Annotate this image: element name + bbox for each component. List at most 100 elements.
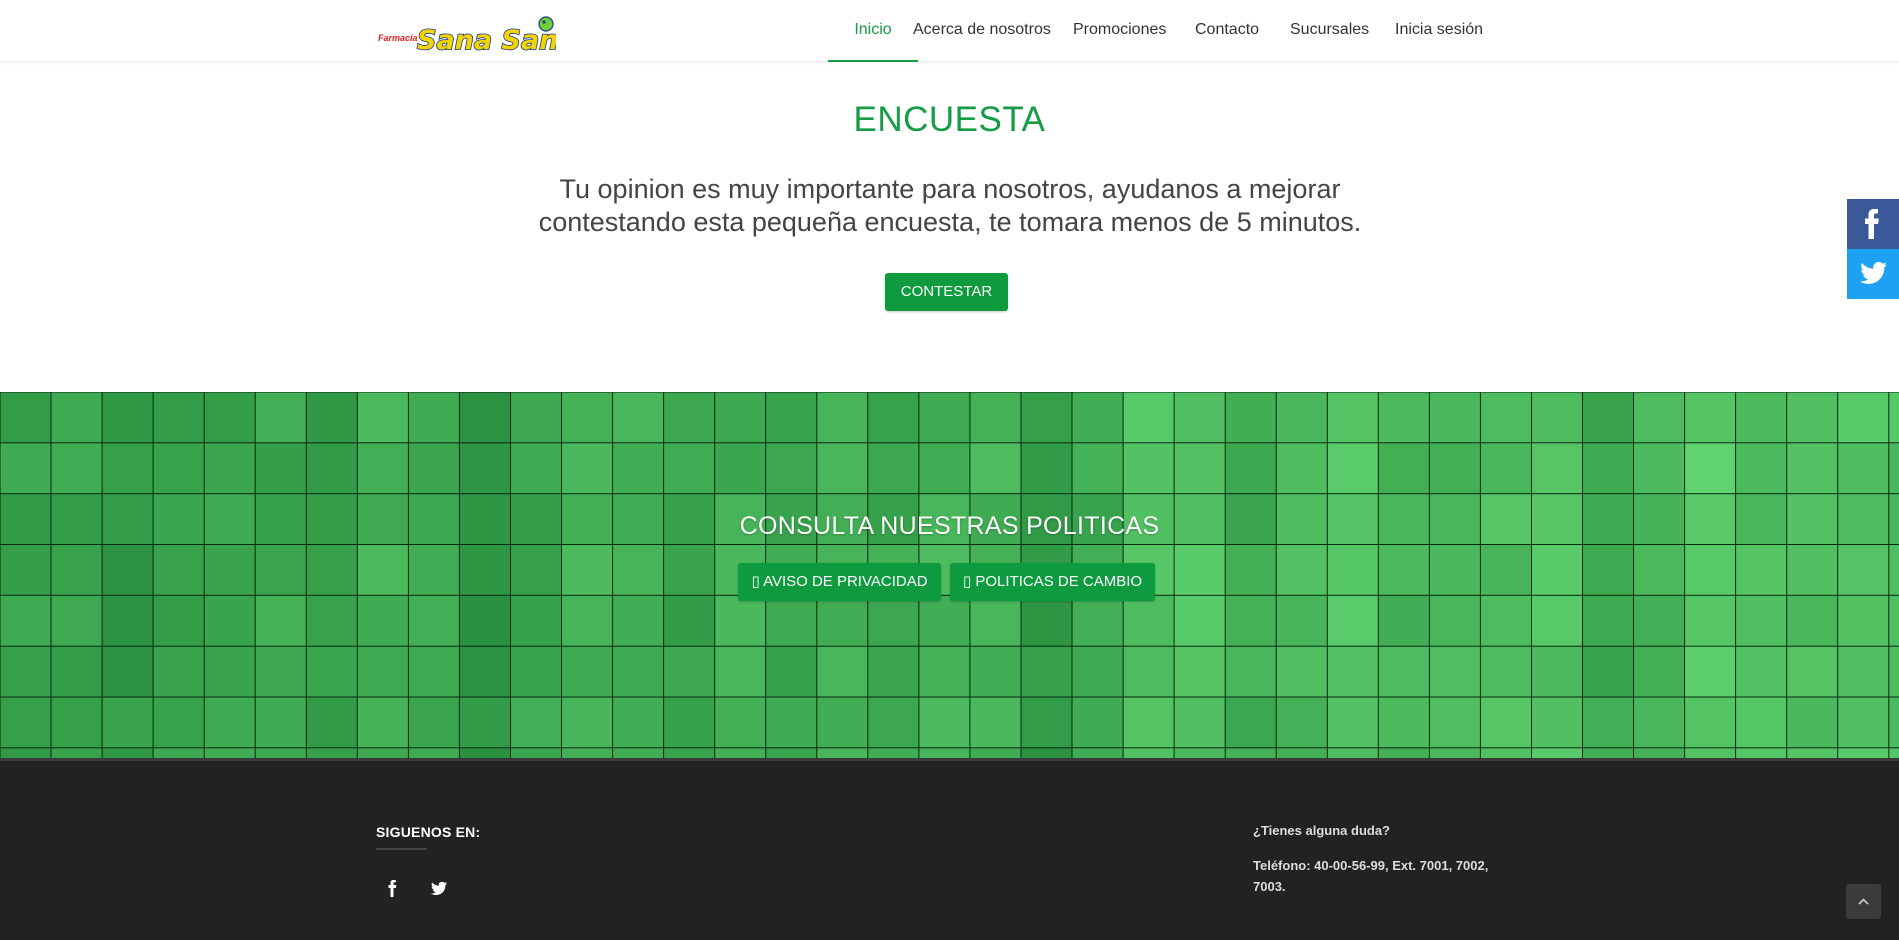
mosaic-tile bbox=[1888, 645, 1899, 698]
nav-item-inicio[interactable]: Inicio bbox=[828, 0, 918, 62]
side-facebook-button[interactable] bbox=[1847, 199, 1899, 249]
mosaic-tile bbox=[203, 645, 257, 698]
mosaic-tile bbox=[1888, 747, 1899, 758]
mosaic-tile bbox=[101, 442, 155, 495]
mosaic-tile bbox=[1122, 392, 1176, 444]
nav-item-sucursales[interactable]: Sucursales bbox=[1290, 0, 1369, 61]
mosaic-tile bbox=[1633, 696, 1686, 749]
footer-twitter-link[interactable] bbox=[421, 875, 455, 901]
mosaic-tile bbox=[356, 544, 410, 597]
footer bbox=[0, 758, 1899, 940]
mosaic-tile bbox=[407, 696, 461, 749]
mosaic-tile bbox=[867, 645, 920, 698]
mosaic-tile bbox=[407, 747, 461, 758]
mosaic-tile bbox=[1531, 645, 1584, 698]
mosaic-tile bbox=[612, 696, 665, 749]
nav-item-acerca[interactable]: Acerca de nosotros bbox=[913, 0, 1051, 61]
mosaic-tile bbox=[969, 645, 1022, 698]
mosaic-tile bbox=[1275, 594, 1329, 648]
mosaic-tile bbox=[356, 594, 410, 648]
follow-us-heading: SIGUENOS EN: bbox=[376, 824, 481, 840]
mosaic-tile bbox=[867, 747, 920, 758]
nav-item-promociones[interactable]: Promociones bbox=[1073, 0, 1166, 61]
mosaic-tile bbox=[101, 747, 155, 758]
nav-item-iniciar-sesion[interactable]: Inicia sesión bbox=[1395, 0, 1483, 61]
mosaic-tile bbox=[663, 442, 716, 495]
mosaic-tile bbox=[1173, 696, 1227, 749]
exchange-policy-button[interactable]: ▯ POLITICAS DE CAMBIO bbox=[950, 563, 1155, 601]
mosaic-tile bbox=[1122, 594, 1176, 648]
survey-description: Tu opinion es muy importante para nosotr… bbox=[500, 173, 1400, 239]
mosaic-tile bbox=[1071, 696, 1124, 749]
twitter-icon bbox=[430, 881, 447, 895]
mosaic-tile bbox=[356, 696, 410, 749]
mosaic-tile bbox=[1684, 696, 1737, 749]
mosaic-tile bbox=[561, 696, 614, 749]
mosaic-tile bbox=[918, 442, 971, 495]
mosaic-tile bbox=[612, 747, 665, 758]
mosaic-tile bbox=[0, 442, 52, 495]
mosaic-tile bbox=[1735, 594, 1788, 648]
side-twitter-button[interactable] bbox=[1847, 249, 1899, 299]
mosaic-tile bbox=[50, 645, 103, 698]
brand-logo[interactable]: Farmacia Sana Sana bbox=[376, 14, 577, 57]
mosaic-tile bbox=[1888, 594, 1899, 648]
mosaic-tile bbox=[1173, 645, 1227, 698]
mosaic-tile bbox=[714, 696, 767, 749]
mosaic-tile bbox=[1173, 442, 1227, 495]
mosaic-tile bbox=[1837, 594, 1890, 648]
nav-item-contacto[interactable]: Contacto bbox=[1195, 0, 1259, 61]
survey-description-line1: Tu opinion es muy importante para nosotr… bbox=[559, 174, 1341, 204]
mosaic-tile bbox=[254, 544, 308, 597]
mosaic-tile bbox=[1633, 442, 1686, 495]
mosaic-tile bbox=[1837, 442, 1890, 495]
mosaic-tile bbox=[1633, 645, 1686, 698]
mosaic-tile bbox=[305, 392, 359, 444]
mosaic-tile bbox=[1020, 696, 1073, 749]
mosaic-tile bbox=[1633, 544, 1686, 597]
footer-facebook-link[interactable] bbox=[377, 875, 411, 901]
mosaic-tile bbox=[152, 442, 206, 495]
mosaic-tile bbox=[1173, 594, 1227, 648]
mosaic-tile bbox=[663, 594, 716, 648]
mosaic-tile bbox=[1735, 696, 1788, 749]
mosaic-tile bbox=[0, 392, 52, 444]
mosaic-tile bbox=[1275, 442, 1329, 495]
mosaic-tile bbox=[356, 392, 410, 444]
mosaic-tile bbox=[1377, 645, 1431, 698]
mosaic-tile bbox=[1786, 594, 1839, 648]
mosaic-tile bbox=[1224, 747, 1278, 758]
mosaic-tile bbox=[407, 442, 461, 495]
privacy-notice-button[interactable]: ▯ AVISO DE PRIVACIDAD bbox=[738, 563, 941, 601]
scroll-to-top-button[interactable] bbox=[1846, 884, 1881, 919]
mosaic-tile bbox=[1377, 392, 1431, 444]
mosaic-tile bbox=[816, 747, 869, 758]
mosaic-tile bbox=[1377, 594, 1431, 648]
mosaic-tile bbox=[765, 696, 818, 749]
mosaic-tile bbox=[1837, 696, 1890, 749]
mosaic-tile bbox=[612, 645, 665, 698]
heading-divider bbox=[376, 848, 427, 850]
mosaic-tile bbox=[561, 392, 614, 444]
mosaic-tile bbox=[1735, 442, 1788, 495]
mosaic-tile bbox=[1888, 442, 1899, 495]
answer-survey-button[interactable]: CONTESTAR bbox=[885, 273, 1008, 311]
mosaic-tile bbox=[1224, 645, 1278, 698]
mosaic-tile bbox=[1786, 747, 1839, 758]
mosaic-tile bbox=[458, 392, 512, 444]
mosaic-tile bbox=[765, 594, 818, 648]
mosaic-tile bbox=[816, 594, 869, 648]
mosaic-tile bbox=[969, 696, 1022, 749]
mosaic-tile bbox=[1071, 442, 1124, 495]
facebook-icon bbox=[1865, 209, 1879, 239]
mosaic-tile bbox=[203, 594, 257, 648]
mosaic-tile bbox=[561, 594, 614, 648]
mosaic-tile bbox=[816, 645, 869, 698]
mosaic-tile bbox=[1377, 442, 1431, 495]
mosaic-tile bbox=[1326, 645, 1380, 698]
mosaic-tile bbox=[510, 544, 563, 597]
mosaic-tile bbox=[765, 392, 818, 444]
mosaic-tile bbox=[152, 392, 206, 444]
mosaic-tile bbox=[918, 594, 971, 648]
mosaic-tile bbox=[1531, 544, 1584, 597]
